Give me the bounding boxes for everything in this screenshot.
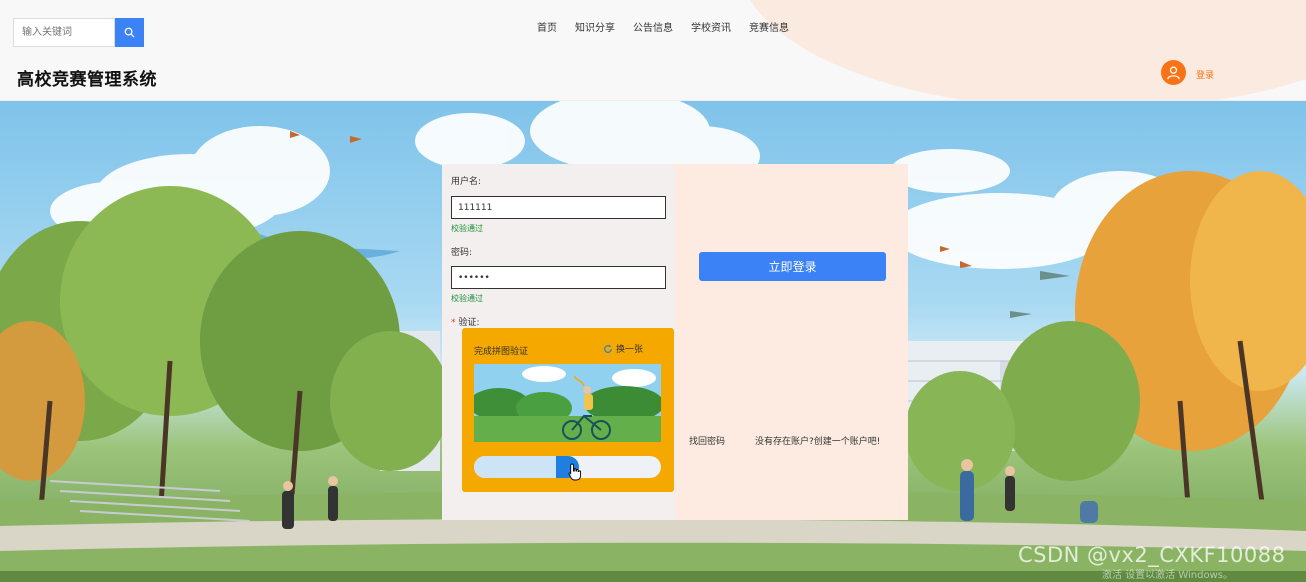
refresh-icon [604, 344, 612, 353]
header-decoration [740, 0, 1306, 100]
nav-school-news[interactable]: 学校资讯 [682, 22, 740, 36]
captcha-label-row: * 验证: [451, 315, 480, 328]
captcha-refresh-label: 换一张 [616, 345, 644, 355]
search-button[interactable] [115, 18, 144, 47]
captcha-slider-fill [474, 456, 568, 478]
captcha-refresh-button[interactable]: 换一张 [603, 342, 643, 355]
header-login-link[interactable]: 登录 [1196, 68, 1214, 81]
windows-activation-notice: 激活 设置以激活 Windows。 [1102, 570, 1233, 581]
register-link[interactable]: 没有存在账户?创建一个账户吧! [755, 434, 880, 447]
login-form: 用户名: 校验通过 密码: 校验通过 *验证: 完成拼图验证 换一张 [442, 164, 675, 520]
search-input[interactable] [13, 18, 115, 47]
avatar[interactable] [1161, 60, 1186, 85]
login-side [675, 164, 908, 520]
site-title: 高校竞赛管理系统 [17, 70, 157, 90]
site-header: 首页 知识分享 公告信息 学校资讯 竞赛信息 高校竞赛管理系统 登录 [0, 0, 1306, 101]
nav-knowledge[interactable]: 知识分享 [566, 22, 624, 36]
nav-home[interactable]: 首页 [528, 22, 566, 36]
password-input[interactable] [451, 266, 666, 289]
password-status: 校验通过 [451, 294, 483, 303]
csdn-watermark: CSDN @vx2_CXKF10088 [1018, 543, 1286, 567]
forgot-password-link[interactable]: 找回密码 [689, 434, 725, 447]
search-icon [124, 27, 135, 38]
nav-competitions[interactable]: 竞赛信息 [740, 22, 798, 36]
user-icon [1167, 66, 1180, 80]
required-mark: * [451, 318, 456, 328]
login-panel: 用户名: 校验通过 密码: 校验通过 *验证: 完成拼图验证 换一张 [442, 164, 908, 520]
captcha-label: 验证: [458, 318, 480, 328]
nav-announcements[interactable]: 公告信息 [624, 22, 682, 36]
username-label: 用户名: [451, 177, 482, 187]
puzzle-captcha: 完成拼图验证 换一张 [462, 328, 674, 492]
captcha-image [474, 364, 661, 442]
login-button[interactable]: 立即登录 [699, 252, 886, 281]
hand-cursor-icon [568, 463, 582, 481]
username-status: 校验通过 [451, 224, 483, 233]
main-nav: 首页 知识分享 公告信息 学校资讯 竞赛信息 [528, 22, 798, 36]
username-input[interactable] [451, 196, 666, 219]
password-label: 密码: [451, 248, 473, 258]
captcha-title: 完成拼图验证 [474, 347, 529, 357]
